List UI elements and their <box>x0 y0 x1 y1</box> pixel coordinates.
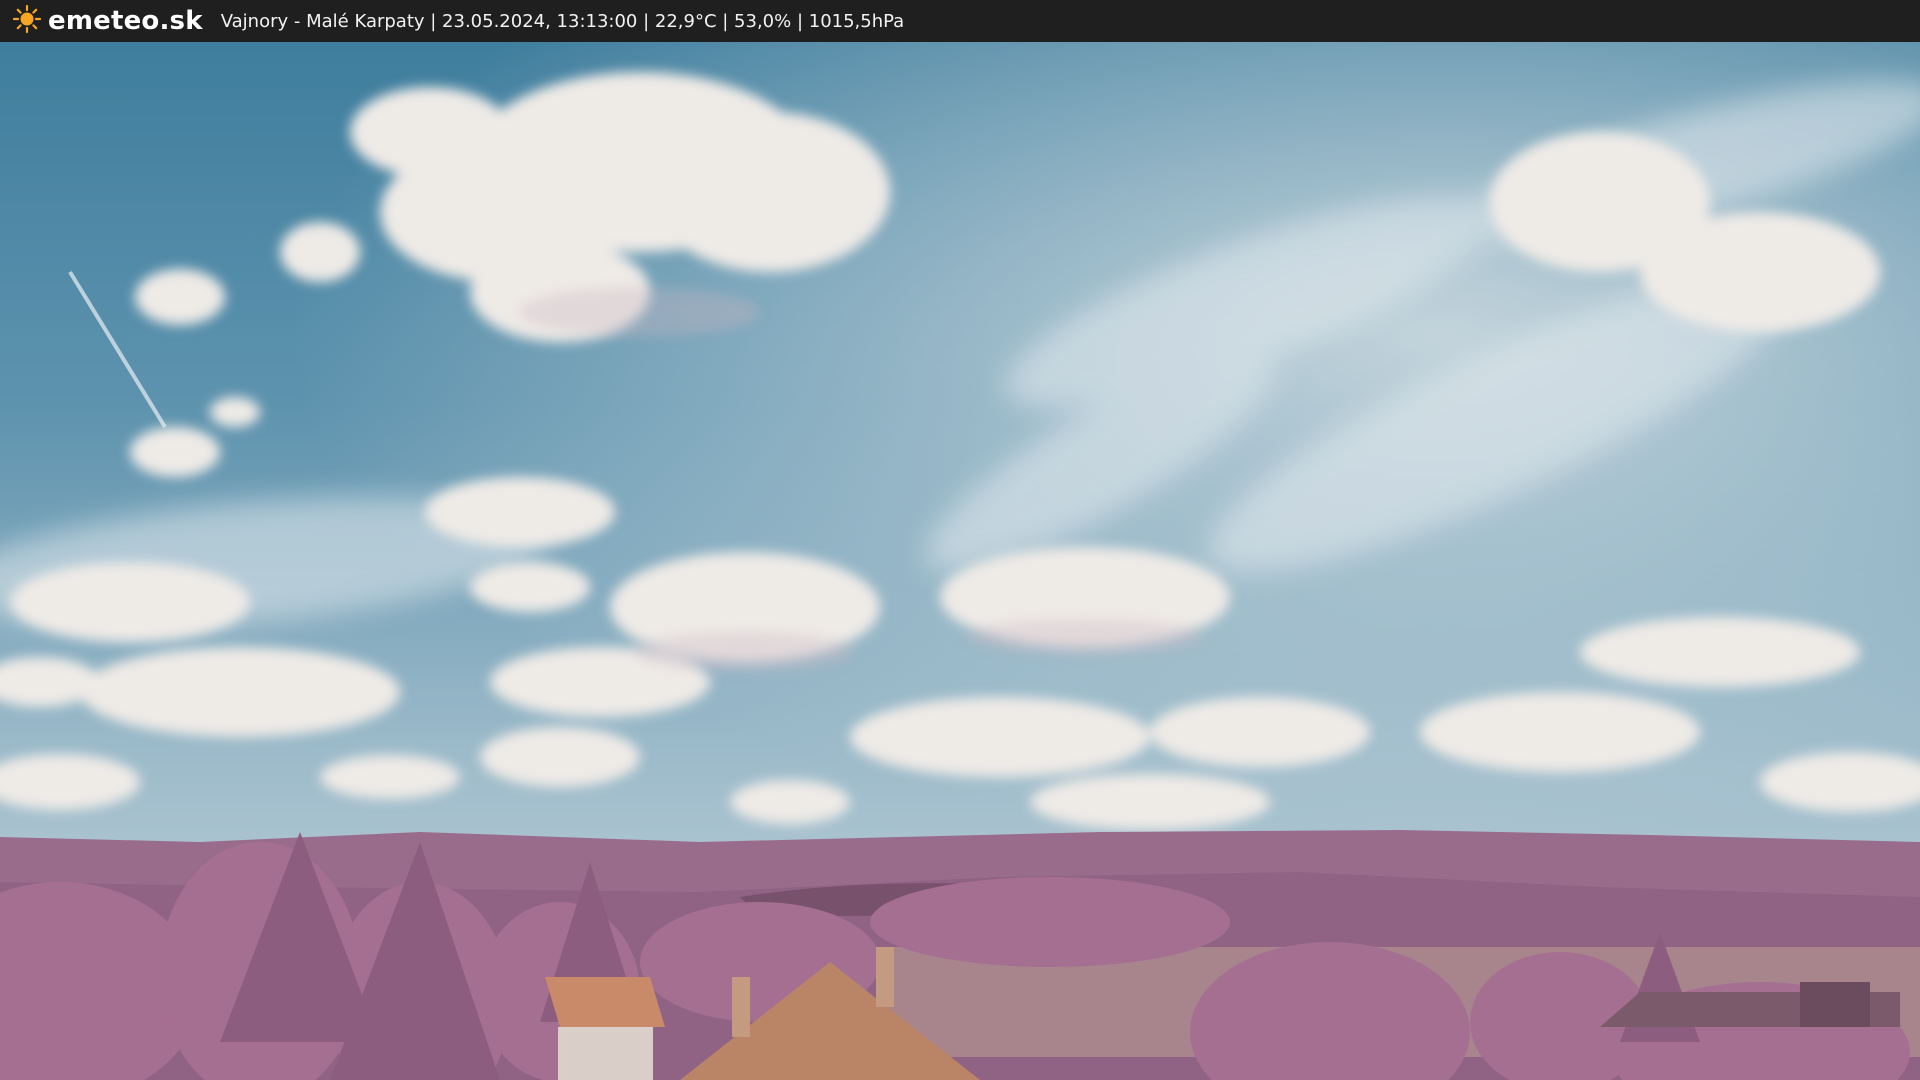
sun-icon <box>12 4 42 38</box>
station-caption: Vajnory - Malé Karpaty | 23.05.2024, 13:… <box>220 10 905 32</box>
logo[interactable]: emeteo.sk <box>12 4 203 38</box>
top-bar: emeteo.sk Vajnory - Malé Karpaty | 23.05… <box>0 0 1920 42</box>
webcam-image <box>0 42 1920 1080</box>
brand-name: emeteo.sk <box>48 6 203 36</box>
